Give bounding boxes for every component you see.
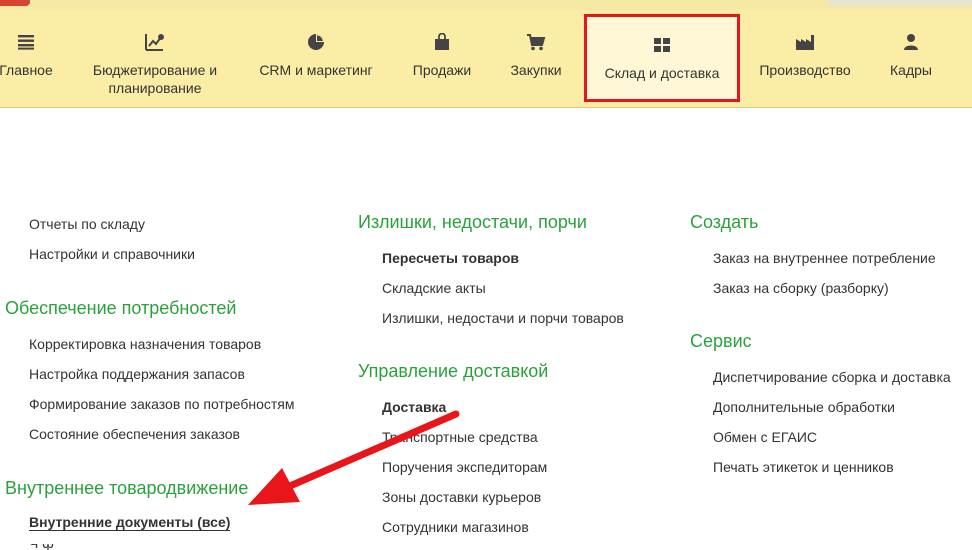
link-surplus-shortage[interactable]: Излишки, недостачи и порчи товаров bbox=[382, 310, 624, 326]
section-main[interactable]: Главное bbox=[0, 10, 64, 107]
warehouse-icon bbox=[651, 34, 673, 56]
link-additional-processing[interactable]: Дополнительные обработки bbox=[713, 399, 895, 415]
link-egais-exchange[interactable]: Обмен с ЕГАИС bbox=[713, 429, 817, 445]
section-warehouse[interactable]: Склад и доставка bbox=[584, 14, 740, 102]
group-title-delivery: Управление доставкой bbox=[358, 361, 549, 381]
link-print-labels[interactable]: Печать этикеток и ценников bbox=[713, 459, 894, 475]
link-partial-cut[interactable]: Ч ф bbox=[29, 544, 169, 550]
partial-icon bbox=[966, 31, 972, 53]
factory-icon bbox=[794, 31, 816, 53]
link-courier-zones[interactable]: Зоны доставки курьеров bbox=[382, 489, 541, 505]
hamburger-icon bbox=[15, 31, 37, 53]
link-goods-recount[interactable]: Пересчеты товаров bbox=[382, 250, 519, 266]
link-stock-settings[interactable]: Настройка поддержания запасов bbox=[29, 366, 245, 382]
section-production[interactable]: Производство bbox=[748, 10, 862, 107]
title-bar bbox=[0, 0, 972, 10]
link-vehicles[interactable]: Транспортные средства bbox=[382, 429, 538, 445]
link-assembly-order[interactable]: Заказ на сборку (разборку) bbox=[713, 280, 889, 296]
section-label: Закупки bbox=[510, 62, 562, 78]
link-order-forming[interactable]: Формирование заказов по потребностям bbox=[29, 396, 294, 412]
section-label: Кадры bbox=[890, 62, 932, 78]
section-label: Главное bbox=[0, 62, 53, 78]
group-title-service: Сервис bbox=[690, 331, 752, 351]
section-label: Производство bbox=[759, 62, 851, 78]
section-next-partial[interactable] bbox=[962, 10, 972, 107]
section-label: Бюджетирование и планирование bbox=[92, 62, 218, 96]
group-title-surplus: Излишки, недостачи, порчи bbox=[358, 212, 587, 232]
pie-chart-icon bbox=[305, 31, 327, 53]
link-warehouse-reports[interactable]: Отчеты по складу bbox=[29, 216, 145, 232]
link-settings-directories[interactable]: Настройки и справочники bbox=[29, 246, 195, 262]
section-label: Продажи bbox=[412, 62, 472, 78]
search-field-edge[interactable] bbox=[828, 0, 972, 6]
section-hr[interactable]: Кадры bbox=[874, 10, 948, 107]
link-goods-assignment[interactable]: Корректировка назначения товаров bbox=[29, 336, 261, 352]
shopping-cart-icon bbox=[525, 31, 547, 53]
group-title-create: Создать bbox=[690, 212, 759, 232]
group-title-provisioning: Обеспечение потребностей bbox=[5, 298, 237, 318]
section-budgeting[interactable]: Бюджетирование и планирование bbox=[80, 10, 230, 107]
link-delivery[interactable]: Доставка bbox=[382, 399, 446, 415]
annotation-arrow-head bbox=[248, 468, 300, 505]
section-label: CRM и маркетинг bbox=[259, 62, 373, 78]
section-label: Склад и доставка bbox=[604, 65, 720, 81]
annotation-arrow-shaft bbox=[286, 410, 460, 490]
budget-icon bbox=[144, 31, 166, 53]
section-purchases[interactable]: Закупки bbox=[498, 10, 574, 107]
section-sales[interactable]: Продажи bbox=[400, 10, 484, 107]
section-crm[interactable]: CRM и маркетинг bbox=[246, 10, 386, 107]
sections-panel: Главное Бюджетирование и планирование CR… bbox=[0, 10, 972, 108]
link-internal-consumption-order[interactable]: Заказ на внутреннее потребление bbox=[713, 250, 936, 266]
link-dispatching[interactable]: Диспетчирование сборка и доставка bbox=[713, 369, 951, 385]
link-warehouse-acts[interactable]: Складские акты bbox=[382, 280, 486, 296]
link-store-staff[interactable]: Сотрудники магазинов bbox=[382, 519, 529, 535]
link-internal-documents[interactable]: Внутренние документы (все) bbox=[29, 514, 231, 531]
shopping-bag-icon bbox=[431, 31, 453, 53]
link-order-status[interactable]: Состояние обеспечения заказов bbox=[29, 426, 240, 442]
group-title-internal-movement: Внутреннее товародвижение bbox=[5, 478, 249, 498]
person-icon bbox=[900, 31, 922, 53]
app-logo bbox=[0, 0, 30, 6]
link-forwarder-orders[interactable]: Поручения экспедиторам bbox=[382, 459, 547, 475]
